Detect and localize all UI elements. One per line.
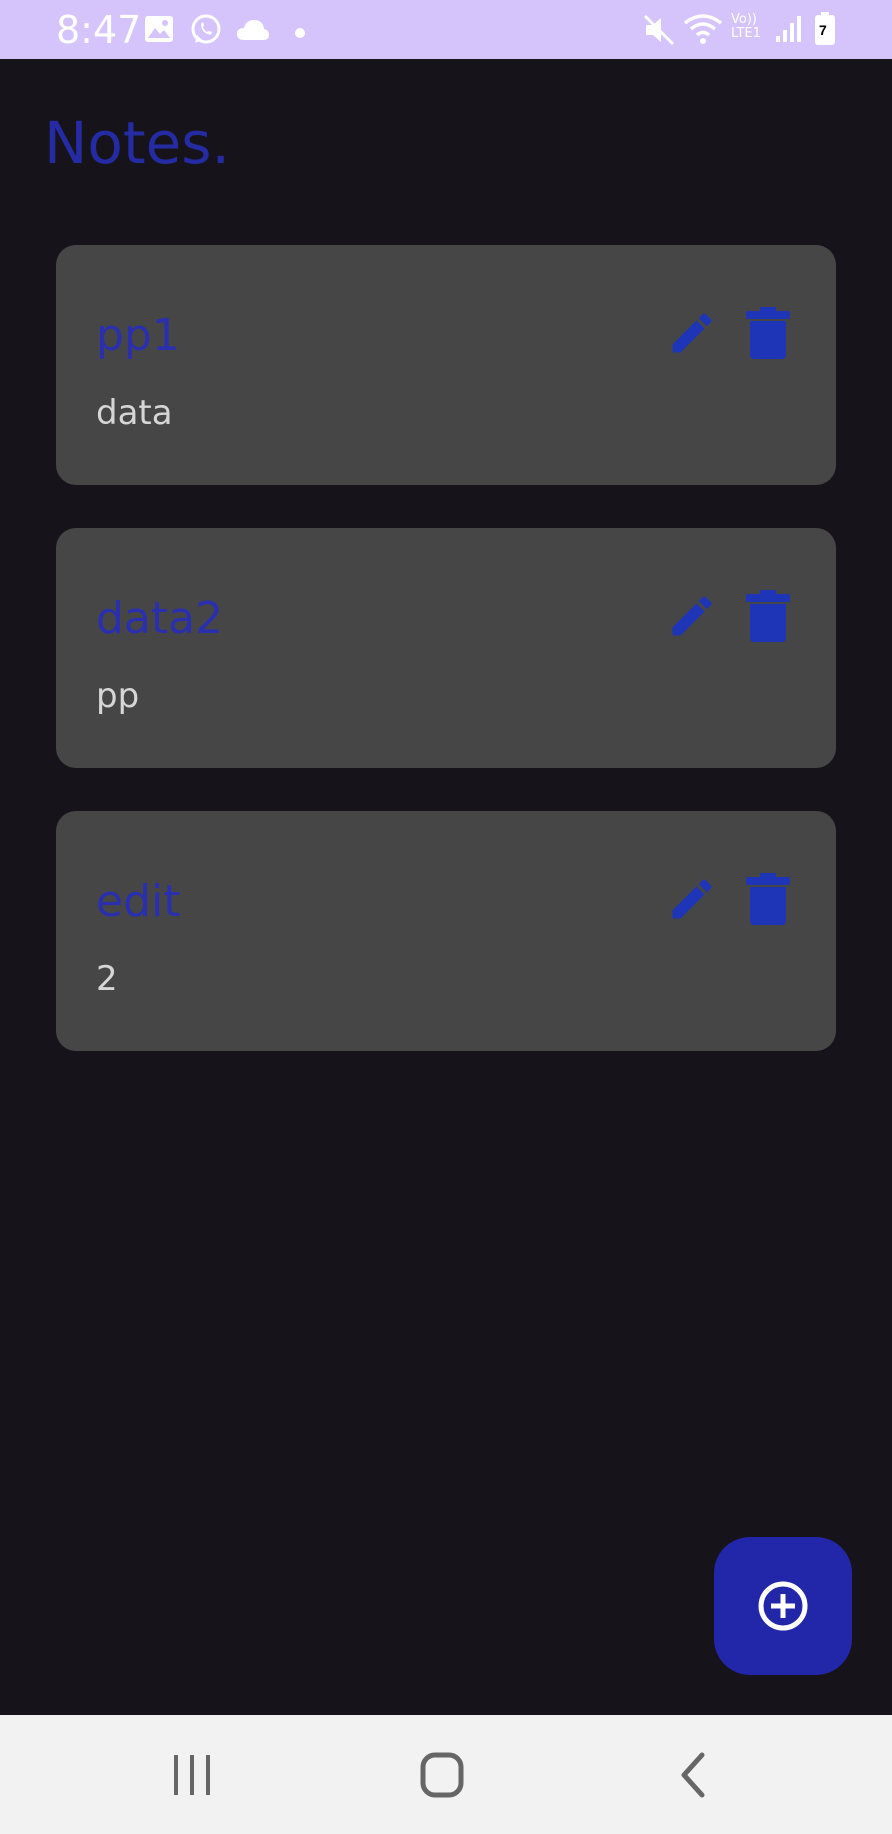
- cloud-icon: [236, 19, 270, 46]
- note-card[interactable]: edit 2: [56, 811, 836, 1051]
- note-title: data2: [96, 593, 224, 644]
- add-note-button[interactable]: [714, 1537, 852, 1675]
- wifi-icon: [683, 13, 723, 50]
- delete-button[interactable]: [746, 307, 790, 359]
- edit-button[interactable]: [666, 590, 718, 642]
- note-title: edit: [96, 876, 181, 927]
- edit-button[interactable]: [666, 307, 718, 359]
- delete-button[interactable]: [746, 590, 790, 642]
- note-body: data: [96, 393, 173, 433]
- page-title: Notes.: [44, 109, 230, 177]
- trash-icon: [746, 590, 790, 642]
- pencil-icon: [672, 879, 712, 919]
- network-label: Vo)) LTE1: [731, 12, 761, 41]
- trash-icon: [746, 307, 790, 359]
- note-card[interactable]: pp1 data: [56, 245, 836, 485]
- mute-icon: [642, 13, 676, 52]
- signal-icon: [774, 14, 804, 49]
- trash-icon: [746, 873, 790, 925]
- app-content: Notes. pp1 data data2 pp edit 2: [0, 59, 892, 1715]
- status-time: 8:47: [56, 8, 142, 52]
- navigation-bar: [0, 1715, 892, 1834]
- delete-button[interactable]: [746, 873, 790, 925]
- battery-level: 7: [819, 22, 827, 38]
- recents-button[interactable]: [162, 1749, 222, 1801]
- pencil-icon: [672, 313, 712, 353]
- home-icon: [420, 1752, 464, 1798]
- whatsapp-icon: [189, 13, 223, 52]
- gallery-icon: [144, 15, 174, 48]
- recents-icon: [174, 1755, 210, 1795]
- home-button[interactable]: [412, 1749, 472, 1801]
- note-title: pp1: [96, 310, 180, 361]
- note-card[interactable]: data2 pp: [56, 528, 836, 768]
- pencil-icon: [672, 596, 712, 636]
- dot-icon: [295, 25, 305, 43]
- status-bar: 8:47 Vo)) LTE1 7: [0, 0, 892, 59]
- back-button[interactable]: [664, 1749, 724, 1801]
- note-body: 2: [96, 959, 118, 999]
- note-body: pp: [96, 676, 140, 716]
- edit-button[interactable]: [666, 873, 718, 925]
- back-icon: [681, 1752, 705, 1798]
- add-circle-icon: [758, 1581, 808, 1631]
